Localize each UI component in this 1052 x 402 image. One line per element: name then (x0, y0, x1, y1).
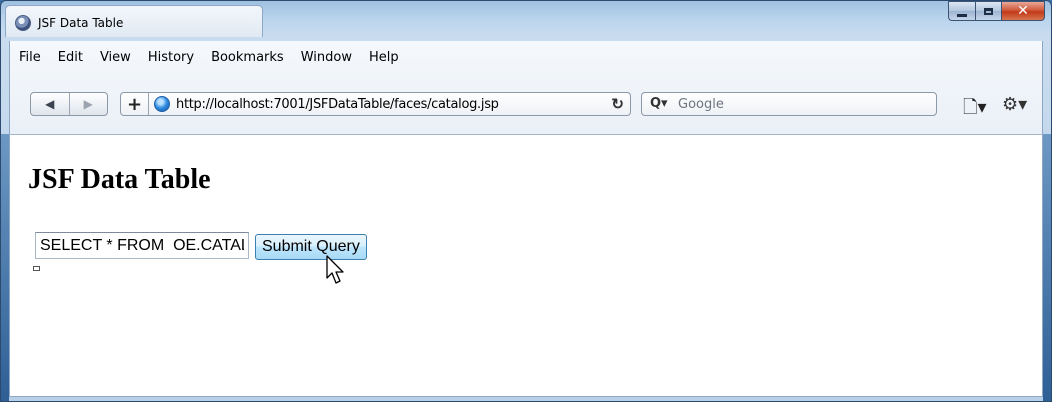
window-controls: ✕ (948, 1, 1045, 23)
close-icon: ✕ (1017, 3, 1029, 19)
maximize-button[interactable] (975, 1, 1001, 21)
add-bookmark-button[interactable]: + (121, 93, 149, 115)
tab-jsf-data-table[interactable]: JSF Data Table (5, 5, 263, 37)
navigation-bar: ◀ ▶ + http://localhost:7001/JSFDataTable… (10, 85, 1042, 121)
minimize-button[interactable] (948, 1, 975, 21)
browser-chrome: File Edit View History Bookmarks Window … (9, 41, 1043, 134)
menu-bar: File Edit View History Bookmarks Window … (10, 47, 407, 69)
page-content: JSF Data Table Submit Query (9, 134, 1043, 397)
search-field[interactable]: Q▾ Google (641, 92, 937, 116)
menu-help[interactable]: Help (360, 47, 407, 69)
search-placeholder: Google (678, 97, 724, 112)
address-bar[interactable]: + http://localhost:7001/JSFDataTable/fac… (120, 92, 631, 116)
close-button[interactable]: ✕ (1001, 1, 1045, 21)
maximize-icon (984, 7, 993, 15)
mouse-cursor-icon (326, 255, 344, 284)
menu-window[interactable]: Window (292, 47, 360, 69)
back-button[interactable]: ◀ (31, 93, 69, 115)
reload-icon[interactable]: ↻ (611, 95, 624, 113)
title-bar: JSF Data Table ✕ (1, 1, 1051, 41)
menu-file[interactable]: File (10, 47, 49, 69)
browser-icon (15, 15, 31, 31)
globe-icon (154, 96, 170, 112)
page-menu-icon[interactable]: 🗋▾ (963, 95, 987, 125)
url-text[interactable]: http://localhost:7001/JSFDataTable/faces… (176, 97, 499, 112)
menu-history[interactable]: History (139, 47, 202, 69)
minimize-icon (957, 13, 967, 17)
menu-bookmarks[interactable]: Bookmarks (202, 47, 292, 69)
menu-view[interactable]: View (91, 47, 139, 69)
search-icon[interactable]: Q▾ (650, 96, 668, 111)
empty-data-table (33, 266, 40, 271)
page-title: JSF Data Table (28, 164, 211, 195)
forward-button[interactable]: ▶ (68, 93, 108, 115)
menu-edit[interactable]: Edit (49, 47, 91, 69)
tab-label: JSF Data Table (38, 16, 124, 30)
query-input[interactable] (35, 232, 249, 259)
gear-icon[interactable]: ⚙▾ (1002, 94, 1027, 115)
window-frame-left (1, 134, 9, 401)
window-frame-right (1043, 134, 1051, 401)
back-forward-group: ◀ ▶ (30, 92, 108, 116)
submit-query-button[interactable]: Submit Query (255, 234, 367, 260)
browser-window: JSF Data Table ✕ File Edit View History … (0, 0, 1052, 402)
